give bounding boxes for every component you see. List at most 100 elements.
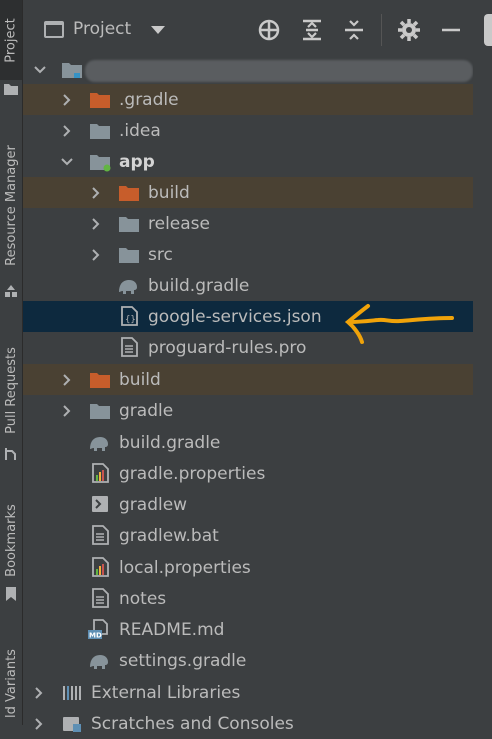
tree-row-readme[interactable]: MD README.md — [23, 614, 473, 645]
json-file-icon: {} — [121, 306, 138, 326]
tree-item-label: google-services.json — [148, 306, 322, 327]
tree-item-label: gradlew.bat — [119, 525, 219, 546]
tree-row-app-build-gradle[interactable]: build.gradle — [23, 270, 473, 301]
tree-item-label: notes — [119, 588, 167, 609]
shell-script-icon — [92, 496, 108, 512]
annotation-arrow-icon — [344, 304, 454, 344]
markdown-file-icon: MD — [88, 619, 108, 640]
tab-project[interactable]: Project — [0, 0, 22, 80]
text-file-icon — [121, 337, 138, 357]
tree-row-gradle-properties[interactable]: gradle.properties — [23, 458, 473, 489]
tree-row-app[interactable]: app — [23, 146, 473, 177]
svg-text:MD: MD — [89, 632, 102, 640]
chevron-right-icon[interactable] — [60, 404, 74, 418]
folder-icon — [119, 217, 139, 232]
tree-row-gradlew-bat[interactable]: gradlew.bat — [23, 520, 473, 551]
text-file-icon — [92, 525, 109, 545]
project-view-title[interactable]: Project — [73, 19, 131, 39]
tree-item-label: build — [119, 369, 161, 390]
folder-icon — [4, 84, 18, 95]
dropdown-chevron-icon[interactable] — [151, 26, 165, 34]
collapse-all-icon[interactable] — [342, 18, 366, 42]
chevron-right-icon[interactable] — [60, 373, 74, 387]
tree-row-gradlew[interactable]: gradlew — [23, 489, 473, 520]
tree-item-label: build — [148, 182, 190, 203]
crosshair-icon[interactable] — [257, 18, 281, 42]
tree-item-label: build.gradle — [119, 432, 221, 453]
properties-file-icon — [92, 463, 109, 483]
tree-item-label: release — [148, 213, 210, 234]
libraries-icon — [63, 686, 81, 700]
excluded-folder-icon — [119, 186, 139, 201]
tab-build-variants[interactable]: ld Variants — [0, 638, 22, 725]
expand-all-icon[interactable] — [300, 18, 324, 42]
module-folder-icon — [90, 155, 111, 172]
tree-row-root[interactable] — [23, 54, 473, 85]
tab-project-label: Project — [3, 17, 19, 63]
redacted-project-name — [85, 60, 473, 82]
gear-icon[interactable] — [397, 18, 421, 42]
tab-bookmarks-label: Bookmarks — [3, 503, 19, 577]
text-file-icon — [92, 588, 109, 608]
tree-item-label: settings.gradle — [119, 650, 247, 671]
tree-row-gradle-folder[interactable]: gradle — [23, 395, 473, 426]
tree-row-app-build[interactable]: build — [23, 177, 473, 208]
tree-item-label: app — [119, 151, 155, 172]
chevron-right-icon[interactable] — [89, 248, 103, 262]
tree-item-label: proguard-rules.pro — [148, 337, 307, 358]
folder-icon — [90, 404, 110, 419]
resource-manager-icon — [5, 285, 17, 297]
tree-row-settings-gradle[interactable]: settings.gradle — [23, 645, 473, 676]
folder-icon — [90, 124, 110, 139]
project-panel-header: Project — [23, 0, 492, 60]
gradle-elephant-icon — [119, 280, 137, 294]
tree-row-idea[interactable]: .idea — [23, 115, 473, 146]
chevron-right-icon[interactable] — [89, 217, 103, 231]
tab-bookmarks[interactable]: Bookmarks — [0, 495, 22, 585]
minimize-icon[interactable] — [439, 18, 463, 42]
tree-row-src[interactable]: src — [23, 239, 473, 270]
tree-item-label: gradle.properties — [119, 463, 266, 484]
excluded-folder-icon — [90, 93, 110, 108]
tree-row-external-libraries[interactable]: External Libraries — [23, 677, 473, 708]
tree-row-notes[interactable]: notes — [23, 583, 473, 614]
tree-item-label: local.properties — [119, 557, 251, 578]
tree-item-label: src — [148, 244, 173, 265]
scratches-icon — [63, 717, 81, 732]
gradle-elephant-icon — [90, 655, 108, 669]
tree-item-label: Scratches and Consoles — [91, 713, 294, 734]
tool-window-strip: Project Resource Manager Pull Requests B… — [0, 0, 23, 725]
properties-file-icon — [92, 557, 109, 577]
tree-item-label: External Libraries — [91, 682, 241, 703]
folder-icon — [119, 248, 139, 263]
toolbar-divider — [381, 14, 382, 46]
svg-text:{}: {} — [125, 315, 136, 325]
tree-item-label: gradle — [119, 400, 174, 421]
tree-row-scratches[interactable]: Scratches and Consoles — [23, 708, 473, 739]
chevron-down-icon[interactable] — [60, 155, 74, 169]
tab-resource-manager[interactable]: Resource Manager — [0, 130, 22, 280]
side-panel-edge — [484, 14, 492, 46]
tab-pull-requests-label: Pull Requests — [3, 346, 19, 434]
chevron-right-icon[interactable] — [32, 717, 46, 731]
tree-item-label: README.md — [119, 619, 225, 640]
tree-row-build[interactable]: build — [23, 364, 473, 395]
folder-icon — [62, 63, 82, 78]
excluded-folder-icon — [90, 373, 110, 388]
bookmark-icon — [6, 587, 16, 601]
tree-row-release[interactable]: release — [23, 208, 473, 239]
tree-row-build-gradle[interactable]: build.gradle — [23, 427, 473, 458]
tree-row-gradle-cache[interactable]: .gradle — [23, 84, 473, 115]
chevron-right-icon[interactable] — [89, 186, 103, 200]
chevron-right-icon[interactable] — [32, 686, 46, 700]
tree-row-local-properties[interactable]: local.properties — [23, 552, 473, 583]
chevron-right-icon[interactable] — [60, 93, 74, 107]
tab-pull-requests[interactable]: Pull Requests — [0, 335, 22, 445]
tree-item-label: .idea — [119, 120, 161, 141]
chevron-right-icon[interactable] — [60, 124, 74, 138]
tab-resource-manager-label: Resource Manager — [3, 144, 19, 266]
project-tree: .gradle .idea app build release src buil… — [23, 52, 473, 734]
vertical-scrollbar-track[interactable] — [473, 52, 492, 725]
chevron-down-icon[interactable] — [33, 63, 47, 77]
pull-request-icon — [5, 448, 16, 460]
